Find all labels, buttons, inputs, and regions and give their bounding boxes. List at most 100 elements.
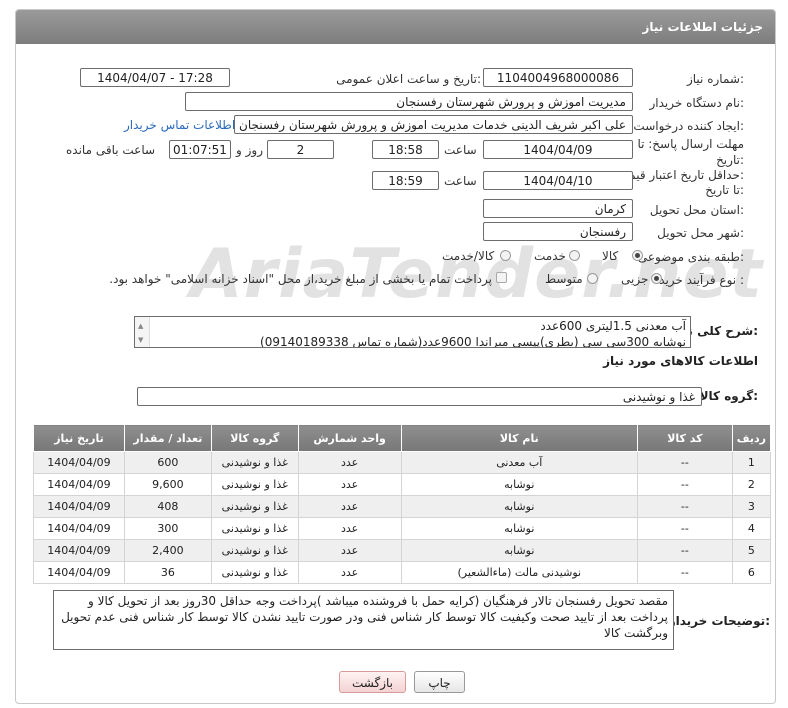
cell-unit: عدد <box>297 561 402 584</box>
table-row: 2 -- نوشابه عدد غذا و نوشیدنی 9,600 1404… <box>33 473 772 496</box>
goods-section-title: اطلاعات کالاهای مورد نیاز <box>603 354 758 368</box>
cell-date: 1404/04/09 <box>33 517 125 540</box>
description-textarea[interactable]: ▲ ▼ آب معدنی 1.5لیتری 600عدد نوشابه 300س… <box>134 316 691 348</box>
days-label: روز و <box>236 143 263 157</box>
cell-quantity: 9,600 <box>123 473 212 496</box>
panel-title: جزئیات اطلاعات نیاز <box>642 20 763 34</box>
scroll-down-icon[interactable]: ▼ <box>138 332 143 347</box>
cell-unit: عدد <box>297 473 402 496</box>
cell-quantity: 408 <box>123 495 212 518</box>
category-option-goods: کالا <box>602 249 619 263</box>
category-radio-service[interactable] <box>569 250 580 261</box>
process-radio-medium[interactable] <box>587 273 598 284</box>
col-date: تاریخ نیاز <box>33 424 125 452</box>
col-quantity: تعداد / مقدار <box>123 424 212 452</box>
cell-code: -- <box>637 451 733 474</box>
cell-date: 1404/04/09 <box>33 539 125 562</box>
need-number-field[interactable]: 1104004968000086 <box>483 68 633 87</box>
cell-group: غذا و نوشیدنی <box>210 561 299 584</box>
cell-unit: عدد <box>297 451 402 474</box>
cell-group: غذا و نوشیدنی <box>210 517 299 540</box>
days-field[interactable]: 2 <box>267 140 334 159</box>
category-radio-goods-service[interactable] <box>500 250 511 261</box>
buyer-notes-box: مقصد تحویل رفسنجان تالار فرهنگیان (کرایه… <box>53 590 674 650</box>
col-unit: واحد شمارش <box>297 424 402 452</box>
items-table: ردیف کد کالا نام کالا واحد شمارش گروه کا… <box>33 424 772 584</box>
cell-row: 6 <box>731 561 772 584</box>
table-row: 5 -- نوشابه عدد غذا و نوشیدنی 2,400 1404… <box>33 539 772 562</box>
cell-group: غذا و نوشیدنی <box>210 495 299 518</box>
treasury-payment-note: پرداخت تمام یا بخشی از مبلغ خرید،از محل … <box>109 272 492 286</box>
cell-code: -- <box>637 539 733 562</box>
cell-code: -- <box>637 495 733 518</box>
cell-group: غذا و نوشیدنی <box>210 451 299 474</box>
cell-unit: عدد <box>297 539 402 562</box>
buyer-org-field[interactable]: مدیریت اموزش و پرورش شهرستان رفسنجان <box>185 92 633 111</box>
cell-date: 1404/04/09 <box>33 495 125 518</box>
announce-label: تاریخ و ساعت اعلان عمومی: <box>336 72 481 86</box>
process-radio-minor[interactable] <box>651 273 662 284</box>
cell-unit: عدد <box>297 517 402 540</box>
validity-date-field[interactable]: 1404/04/10 <box>483 171 633 190</box>
cell-name: نوشیدنی مالت (ماءالشعیر) <box>400 561 639 584</box>
province-field[interactable]: کرمان <box>483 199 633 218</box>
back-button[interactable]: بازگشت <box>339 671 406 693</box>
city-field[interactable]: رفسنجان <box>483 222 633 241</box>
print-button[interactable]: چاپ <box>414 671 465 693</box>
cell-name: نوشابه <box>400 495 639 518</box>
cell-unit: عدد <box>297 495 402 518</box>
deadline-time-label: ساعت <box>444 143 477 157</box>
cell-name: نوشابه <box>400 473 639 496</box>
city-label: شهر محل تحویل: <box>657 226 744 240</box>
goods-group-label: گروه کالا: <box>699 389 758 403</box>
process-label: نوع فرآیند خرید : <box>659 273 744 287</box>
need-number-label: شماره نیاز: <box>686 72 744 86</box>
cell-code: -- <box>637 561 733 584</box>
goods-group-field[interactable]: غذا و نوشیدنی <box>137 387 702 406</box>
buyer-contact-link[interactable]: اطلاعات تماس خریدار <box>124 118 235 132</box>
description-line-2: نوشابه 300سی سی (بطری)پپسی میراندا 9600ع… <box>260 335 686 348</box>
cell-quantity: 300 <box>123 517 212 540</box>
creator-field[interactable]: علی اکبر شریف الدینی خدمات مدیریت اموزش … <box>234 115 633 134</box>
col-name: نام کالا <box>400 424 639 452</box>
cell-group: غذا و نوشیدنی <box>210 539 299 562</box>
cell-row: 3 <box>731 495 772 518</box>
deadline-date-field[interactable]: 1404/04/09 <box>483 140 633 159</box>
category-option-goods-service: کالا/خدمت <box>442 249 495 263</box>
cell-code: -- <box>637 517 733 540</box>
cell-row: 2 <box>731 473 772 496</box>
validity-label-1: حداقل تاریخ اعتبار قیمت: <box>617 168 744 182</box>
deadline-label-2: تاریخ: <box>716 153 744 167</box>
deadline-time-field[interactable]: 18:58 <box>372 140 439 159</box>
validity-time-field[interactable]: 18:59 <box>372 171 439 190</box>
col-group: گروه کالا <box>210 424 299 452</box>
cell-date: 1404/04/09 <box>33 473 125 496</box>
cell-quantity: 36 <box>123 561 212 584</box>
cell-quantity: 2,400 <box>123 539 212 562</box>
cell-group: غذا و نوشیدنی <box>210 473 299 496</box>
validity-time-label: ساعت <box>444 174 477 188</box>
treasury-payment-checkbox[interactable] <box>496 272 507 283</box>
table-row: 1 -- آب معدنی عدد غذا و نوشیدنی 600 1404… <box>33 451 772 474</box>
province-label: استان محل تحویل: <box>649 203 744 217</box>
table-header-row: ردیف کد کالا نام کالا واحد شمارش گروه کا… <box>33 424 772 452</box>
table-row: 6 -- نوشیدنی مالت (ماءالشعیر) عدد غذا و … <box>33 561 772 584</box>
cell-name: نوشابه <box>400 539 639 562</box>
cell-name: آب معدنی <box>400 451 639 474</box>
category-radio-goods[interactable] <box>632 250 643 261</box>
table-row: 4 -- نوشابه عدد غذا و نوشیدنی 300 1404/0… <box>33 517 772 540</box>
description-line-1: آب معدنی 1.5لیتری 600عدد <box>540 319 686 333</box>
col-row: ردیف <box>731 424 772 452</box>
remaining-time-field[interactable]: 01:07:51 <box>169 140 231 159</box>
cell-date: 1404/04/09 <box>33 451 125 474</box>
creator-label: ایجاد کننده درخواست: <box>633 119 744 133</box>
cell-row: 4 <box>731 517 772 540</box>
buyer-notes-label: توضیحات خریدار: <box>668 614 770 628</box>
cell-name: نوشابه <box>400 517 639 540</box>
cell-date: 1404/04/09 <box>33 561 125 584</box>
cell-row: 5 <box>731 539 772 562</box>
buyer-notes-text: مقصد تحویل رفسنجان تالار فرهنگیان (کرایه… <box>61 594 668 640</box>
cell-row: 1 <box>731 451 772 474</box>
description-scrollbar[interactable]: ▲ ▼ <box>135 317 150 347</box>
announce-field[interactable]: 1404/04/07 - 17:28 <box>80 68 230 87</box>
